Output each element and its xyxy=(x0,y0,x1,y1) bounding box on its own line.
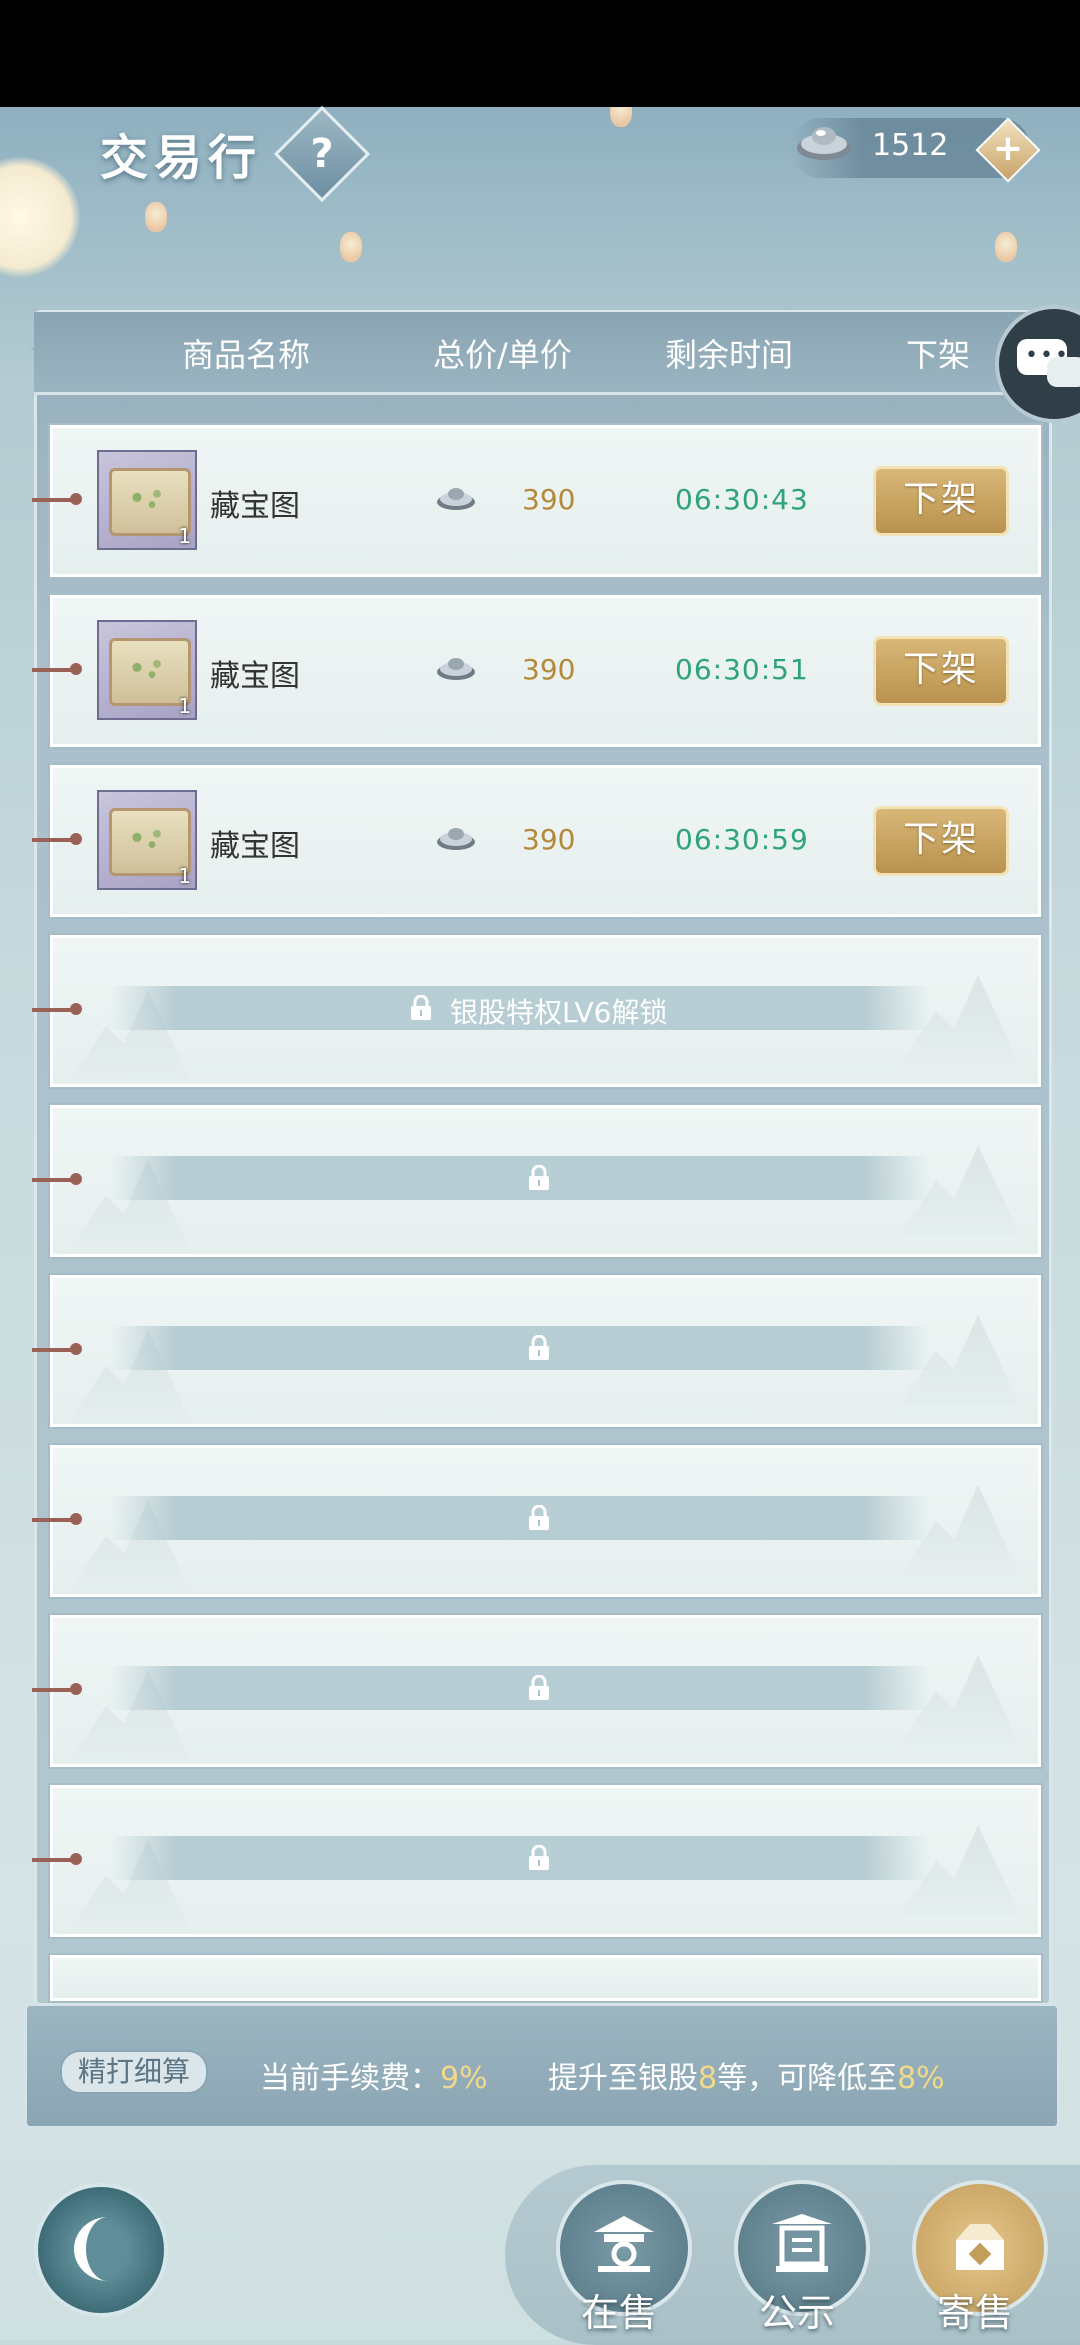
row-knob xyxy=(32,1343,82,1355)
lantern xyxy=(145,202,167,232)
lock-icon xyxy=(529,1165,549,1190)
row-knob xyxy=(32,493,82,505)
treasure-map-icon[interactable]: 1 xyxy=(97,620,197,720)
unlock-requirement: 银股特权LV6解锁 xyxy=(450,996,668,1029)
item-quantity: 1 xyxy=(178,694,191,718)
goods-box-icon xyxy=(956,2224,1004,2270)
upgrade-mid: 等，可降低至 xyxy=(717,2061,898,2096)
column-delist: 下架 xyxy=(906,336,971,374)
silver-ingot-icon xyxy=(437,828,475,850)
tab-on-sale-label: 在售 xyxy=(581,2291,658,2335)
delist-button[interactable]: 下架 xyxy=(873,466,1009,536)
silver-amount: 1512 xyxy=(872,128,949,163)
silver-ingot-icon xyxy=(437,658,475,680)
plus-icon: + xyxy=(992,128,1024,169)
item-price: 390 xyxy=(522,653,576,686)
lock-icon xyxy=(529,1675,549,1700)
fee-value: 9% xyxy=(440,2061,488,2096)
tab-public-label: 公示 xyxy=(759,2291,836,2335)
row-knob xyxy=(32,1003,82,1015)
remaining-time: 06:30:43 xyxy=(675,483,809,516)
column-price: 总价/单价 xyxy=(433,336,572,374)
delist-button[interactable]: 下架 xyxy=(873,806,1009,876)
item-name: 藏宝图 xyxy=(210,829,300,864)
lock-icon xyxy=(529,1335,549,1360)
remaining-time: 06:30:51 xyxy=(675,653,809,686)
tab-consign-label: 寄售 xyxy=(937,2291,1014,2335)
lantern xyxy=(995,232,1017,262)
page-title: 交易行 xyxy=(100,130,263,186)
lock-bar xyxy=(110,1156,930,1200)
notice-board-icon xyxy=(772,2214,832,2272)
tip-badge: 精打细算 xyxy=(60,2050,209,2094)
pavilion-icon xyxy=(594,2216,654,2272)
lock-bar xyxy=(110,1666,930,1710)
item-name: 藏宝图 xyxy=(210,659,300,694)
row-knob xyxy=(32,1683,82,1695)
column-time: 剩余时间 xyxy=(665,336,794,374)
lock-icon xyxy=(411,995,431,1020)
lock-bar xyxy=(110,1836,930,1880)
lantern xyxy=(340,232,362,262)
row-knob xyxy=(32,833,82,845)
status-bar xyxy=(0,0,1080,107)
lock-bar xyxy=(110,1326,930,1370)
row-knob xyxy=(32,1513,82,1525)
lantern xyxy=(610,107,632,127)
delist-button[interactable]: 下架 xyxy=(873,636,1009,706)
fee-label: 当前手续费： xyxy=(260,2061,440,2096)
item-price: 390 xyxy=(522,483,576,516)
upgrade-level: 8 xyxy=(698,2061,718,2096)
silver-ingot-icon xyxy=(437,488,475,510)
lock-icon xyxy=(529,1505,549,1530)
remaining-time: 06:30:59 xyxy=(675,823,809,856)
question-icon: ? xyxy=(310,131,334,177)
upgrade-prefix: 提升至银股 xyxy=(548,2061,698,2096)
treasure-map-icon[interactable]: 1 xyxy=(97,790,197,890)
upgrade-value: 8% xyxy=(897,2061,945,2096)
fee-info: 当前手续费：9% xyxy=(260,2053,488,2097)
row-knob xyxy=(32,1853,82,1865)
silver-ingot-icon xyxy=(797,127,851,160)
moon xyxy=(0,157,80,277)
item-quantity: 1 xyxy=(178,524,191,548)
locked-slot-partial xyxy=(50,1955,1041,2001)
item-name: 藏宝图 xyxy=(210,489,300,524)
row-knob xyxy=(32,1173,82,1185)
row-knob xyxy=(32,663,82,675)
chat-dots: ••• xyxy=(1025,343,1070,368)
lock-icon xyxy=(529,1845,549,1870)
back-button[interactable] xyxy=(34,2183,168,2317)
item-quantity: 1 xyxy=(178,864,191,888)
item-price: 390 xyxy=(522,823,576,856)
lock-bar xyxy=(110,1496,930,1540)
column-name: 商品名称 xyxy=(182,336,311,374)
treasure-map-icon[interactable]: 1 xyxy=(97,450,197,550)
upgrade-info: 提升至银股8等，可降低至8% xyxy=(548,2053,945,2097)
